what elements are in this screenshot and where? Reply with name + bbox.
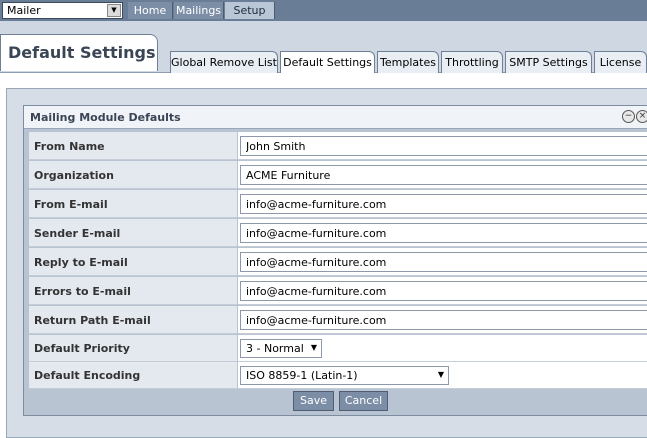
from-name-label: From Name xyxy=(29,132,237,160)
tab-global-remove-list[interactable]: Global Remove List xyxy=(170,51,278,73)
from-email-label: From E-mail xyxy=(29,190,237,218)
nav-setup[interactable]: Setup xyxy=(225,2,275,19)
chevron-down-icon[interactable]: ▼ xyxy=(438,370,444,379)
tab-throttling[interactable]: Throttling xyxy=(441,51,503,73)
from-name-input[interactable] xyxy=(240,136,647,156)
from-email-input[interactable] xyxy=(240,194,647,214)
encoding-select[interactable]: ISO 8859-1 (Latin-1) ▼ xyxy=(240,366,449,385)
nav-mailings[interactable]: Mailings xyxy=(174,2,224,19)
panel-title: Mailing Module Defaults xyxy=(30,111,181,124)
save-button[interactable]: Save xyxy=(293,391,334,411)
chevron-down-icon[interactable]: ▼ xyxy=(107,4,121,17)
default-priority-label: Default Priority xyxy=(29,335,237,362)
errors-to-email-input[interactable] xyxy=(240,281,647,301)
tab-license[interactable]: License xyxy=(594,51,647,73)
tab-smtp-settings[interactable]: SMTP Settings xyxy=(505,51,592,73)
chevron-down-icon[interactable]: ▼ xyxy=(311,343,317,352)
module-select[interactable]: Mailer ▼ xyxy=(2,2,123,19)
organization-label: Organization xyxy=(29,161,237,189)
errors-to-email-label: Errors to E-mail xyxy=(29,277,237,305)
nav-home[interactable]: Home xyxy=(128,2,173,19)
reply-to-email-input[interactable] xyxy=(240,252,647,272)
sender-email-label: Sender E-mail xyxy=(29,219,237,247)
collapse-icon[interactable]: − xyxy=(622,110,635,123)
encoding-select-value: ISO 8859-1 (Latin-1) xyxy=(246,369,358,382)
organization-input[interactable] xyxy=(240,165,647,185)
cancel-button[interactable]: Cancel xyxy=(339,391,388,411)
return-path-email-label: Return Path E-mail xyxy=(29,306,237,334)
sender-email-input[interactable] xyxy=(240,223,647,243)
reply-to-email-label: Reply to E-mail xyxy=(29,248,237,276)
priority-select-value: 3 - Normal xyxy=(246,342,304,355)
module-select-value: Mailer xyxy=(7,4,41,17)
close-icon[interactable]: × xyxy=(636,110,647,123)
tab-templates[interactable]: Templates xyxy=(377,51,439,73)
priority-select[interactable]: 3 - Normal ▼ xyxy=(240,339,322,358)
tab-default-settings[interactable]: Default Settings xyxy=(280,51,375,74)
return-path-email-input[interactable] xyxy=(240,310,647,330)
page-title: Default Settings xyxy=(8,43,156,62)
default-encoding-label: Default Encoding xyxy=(29,362,237,389)
